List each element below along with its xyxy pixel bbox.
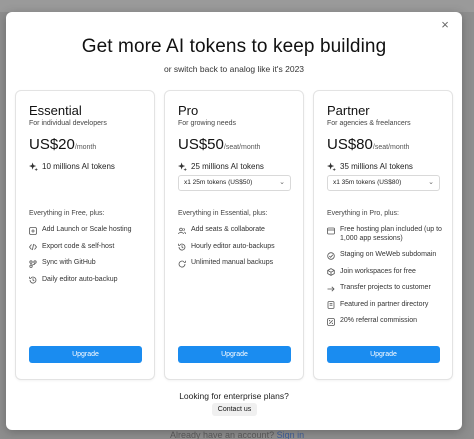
backdrop-signin-text: Already have an account? bbox=[170, 430, 275, 439]
sparkle-icon bbox=[327, 162, 336, 171]
plan-price: US$80/seat/month bbox=[327, 136, 409, 153]
feature-item: Sync with GitHub bbox=[29, 259, 149, 268]
backdrop-signin-link[interactable]: Sign in bbox=[277, 430, 305, 439]
chevron-down-icon: ⌄ bbox=[279, 179, 285, 186]
feature-item: Daily editor auto-backup bbox=[29, 276, 149, 285]
feature-text: Export code & self-host bbox=[42, 242, 115, 250]
modal-subtitle: or switch back to analog like it's 2023 bbox=[163, 64, 305, 74]
autosave-icon bbox=[178, 243, 186, 251]
feature-text: Hourly editor auto-backups bbox=[191, 242, 275, 250]
feature-text: Unlimited manual backups bbox=[191, 259, 274, 266]
close-button[interactable]: × bbox=[438, 18, 452, 32]
feature-item: Free hosting plan included (up to 1,000 … bbox=[327, 226, 447, 243]
sync-icon bbox=[29, 259, 37, 268]
features-label: Everything in Pro, plus: bbox=[327, 210, 399, 217]
plan-tokens: 25 millions AI tokens bbox=[178, 162, 264, 171]
autosave-icon bbox=[29, 276, 37, 284]
plan-name: Partner bbox=[327, 103, 370, 118]
feature-text: Free hosting plan included (up to 1,000 … bbox=[340, 226, 442, 242]
price-amount: US$50 bbox=[178, 136, 224, 153]
modal-title: Get more AI tokens to keep building bbox=[81, 36, 387, 57]
feature-text: Staging on WeWeb subdomain bbox=[340, 251, 437, 258]
upgrade-button[interactable]: Upgrade bbox=[178, 346, 291, 363]
plan-card-partner: Partner For agencies & freelancers US$80… bbox=[313, 90, 453, 380]
chevron-down-icon: ⌄ bbox=[428, 179, 434, 186]
feature-text: Add Launch or Scale hosting bbox=[42, 226, 132, 233]
feature-list: Add seats & collaborate Hourly editor au… bbox=[178, 226, 298, 276]
feature-list: Add Launch or Scale hosting Export code … bbox=[29, 226, 149, 292]
plan-description: For agencies & freelancers bbox=[327, 120, 411, 127]
plan-description: For growing needs bbox=[178, 120, 236, 127]
plan-card-essential: Essential For individual developers US$2… bbox=[15, 90, 155, 380]
tokens-label: 25 millions AI tokens bbox=[191, 162, 264, 171]
plan-card-pro: Pro For growing needs US$50/seat/month 2… bbox=[164, 90, 304, 380]
upgrade-button[interactable]: Upgrade bbox=[29, 346, 142, 363]
transfer-icon bbox=[327, 286, 335, 291]
sparkle-icon bbox=[178, 162, 187, 171]
price-period: /seat/month bbox=[223, 144, 261, 151]
staging-icon bbox=[327, 251, 335, 260]
hosting-icon bbox=[327, 227, 335, 234]
feature-item: 20% referral commission bbox=[327, 317, 447, 326]
feature-text: Add seats & collaborate bbox=[191, 226, 265, 233]
plan-name: Pro bbox=[178, 103, 199, 118]
price-period: /month bbox=[74, 144, 97, 151]
feature-item: Unlimited manual backups bbox=[178, 259, 298, 268]
feature-item: Hourly editor auto-backups bbox=[178, 243, 298, 252]
percent-icon bbox=[327, 317, 335, 326]
features-label: Everything in Essential, plus: bbox=[178, 210, 268, 217]
enterprise-prompt: Looking for enterprise plans? bbox=[179, 391, 289, 401]
plan-tokens: 10 millions AI tokens bbox=[29, 162, 115, 171]
plus-icon bbox=[29, 226, 37, 235]
feature-item: Join workspaces for free bbox=[327, 268, 447, 277]
upgrade-button[interactable]: Upgrade bbox=[327, 346, 440, 363]
feature-text: Daily editor auto-backup bbox=[42, 275, 118, 283]
directory-icon bbox=[327, 301, 335, 309]
contact-us-button[interactable]: Contact us bbox=[212, 403, 257, 416]
feature-item: Export code & self-host bbox=[29, 243, 149, 252]
upgrade-modal: × Get more AI tokens to keep building or… bbox=[6, 12, 462, 430]
select-value: x1 35m tokens (US$80) bbox=[333, 179, 402, 186]
code-icon bbox=[29, 243, 37, 251]
feature-text: Join workspaces for free bbox=[340, 267, 416, 275]
feature-item: Featured in partner directory bbox=[327, 301, 447, 310]
feature-text: Featured in partner directory bbox=[340, 300, 429, 308]
plan-tokens: 35 millions AI tokens bbox=[327, 162, 413, 171]
feature-text: Transfer projects to customer bbox=[340, 284, 431, 291]
feature-text: 20% referral commission bbox=[340, 317, 418, 324]
price-amount: US$20 bbox=[29, 136, 75, 153]
plan-description: For individual developers bbox=[29, 120, 107, 127]
select-value: x1 25m tokens (US$50) bbox=[184, 179, 253, 186]
plan-price: US$20/month bbox=[29, 136, 96, 153]
feature-item: Add Launch or Scale hosting bbox=[29, 226, 149, 235]
backdrop-header bbox=[0, 0, 474, 12]
feature-item: Add seats & collaborate bbox=[178, 226, 298, 235]
price-period: /seat/month bbox=[372, 144, 410, 151]
tokens-label: 10 millions AI tokens bbox=[42, 162, 115, 171]
token-quantity-select[interactable]: x1 25m tokens (US$50) ⌄ bbox=[178, 175, 291, 191]
features-label: Everything in Free, plus: bbox=[29, 210, 105, 217]
backup-icon bbox=[178, 260, 186, 267]
plan-name: Essential bbox=[29, 103, 82, 118]
feature-item: Transfer projects to customer bbox=[327, 284, 447, 293]
feature-item: Staging on WeWeb subdomain bbox=[327, 251, 447, 260]
plan-cards: Essential For individual developers US$2… bbox=[15, 90, 453, 380]
token-quantity-select[interactable]: x1 35m tokens (US$80) ⌄ bbox=[327, 175, 440, 191]
users-icon bbox=[178, 227, 186, 234]
plan-price: US$50/seat/month bbox=[178, 136, 260, 153]
feature-list: Free hosting plan included (up to 1,000 … bbox=[327, 226, 447, 334]
tokens-label: 35 millions AI tokens bbox=[340, 162, 413, 171]
backdrop-signin-prompt: Already have an account? Sign in bbox=[170, 430, 304, 439]
close-icon: × bbox=[441, 17, 449, 32]
sparkle-icon bbox=[29, 162, 38, 171]
price-amount: US$80 bbox=[327, 136, 373, 153]
feature-text: Sync with GitHub bbox=[42, 259, 96, 266]
workspace-icon bbox=[327, 268, 335, 276]
